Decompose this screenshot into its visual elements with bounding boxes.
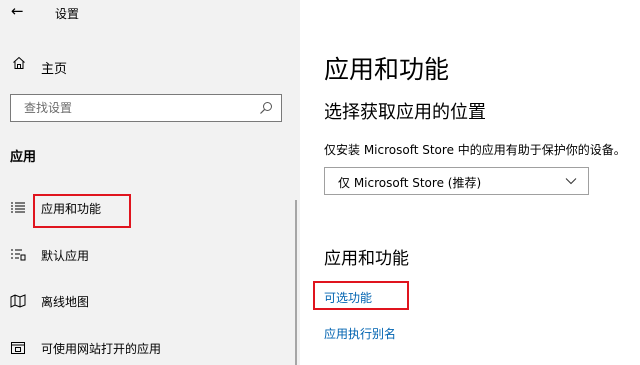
search-icon[interactable] — [259, 101, 273, 115]
install-location-description: 仅安装 Microsoft Store 中的应用有助于保护你的设备。 — [324, 143, 626, 157]
home-icon — [13, 56, 25, 69]
sidebar-item-label: 可使用网站打开的应用 — [41, 342, 162, 356]
apps-features-icon — [11, 202, 25, 213]
chevron-down-icon — [565, 178, 577, 185]
home-nav[interactable]: 主页 — [0, 52, 300, 80]
sidebar: ← 设置 主页 应用 应用和功能 — [0, 0, 300, 365]
red-highlight-box — [313, 281, 409, 310]
default-apps-icon — [11, 249, 26, 261]
page-title: 应用和功能 — [324, 55, 450, 84]
window-title: 设置 — [55, 7, 80, 21]
install-location-heading: 选择获取应用的位置 — [324, 102, 486, 123]
apps-for-websites-icon — [11, 342, 25, 354]
sidebar-item-label: 离线地图 — [41, 295, 90, 309]
dropdown-selected-value: 仅 Microsoft Store (推荐) — [338, 176, 482, 190]
sidebar-item-default-apps[interactable]: 默认应用 — [0, 238, 300, 272]
app-execution-aliases-link[interactable]: 应用执行别名 — [324, 325, 396, 342]
red-highlight-box — [33, 194, 131, 228]
title-bar: ← 设置 — [0, 0, 300, 28]
sidebar-scrollbar[interactable] — [295, 200, 297, 365]
search-input[interactable] — [11, 95, 264, 121]
sidebar-item-label: 默认应用 — [41, 249, 90, 263]
back-arrow-icon[interactable]: ← — [11, 2, 24, 20]
main-content: 应用和功能 选择获取应用的位置 仅安装 Microsoft Store 中的应用… — [300, 0, 640, 365]
search-box[interactable] — [10, 94, 282, 122]
sidebar-item-apps-for-websites[interactable]: 可使用网站打开的应用 — [0, 331, 300, 365]
section-heading-apps: 应用 — [10, 150, 37, 165]
install-source-dropdown[interactable]: 仅 Microsoft Store (推荐) — [324, 167, 589, 195]
offline-maps-icon — [10, 294, 26, 308]
sidebar-item-offline-maps[interactable]: 离线地图 — [0, 284, 300, 318]
apps-features-heading: 应用和功能 — [324, 249, 409, 269]
home-label: 主页 — [41, 62, 68, 77]
